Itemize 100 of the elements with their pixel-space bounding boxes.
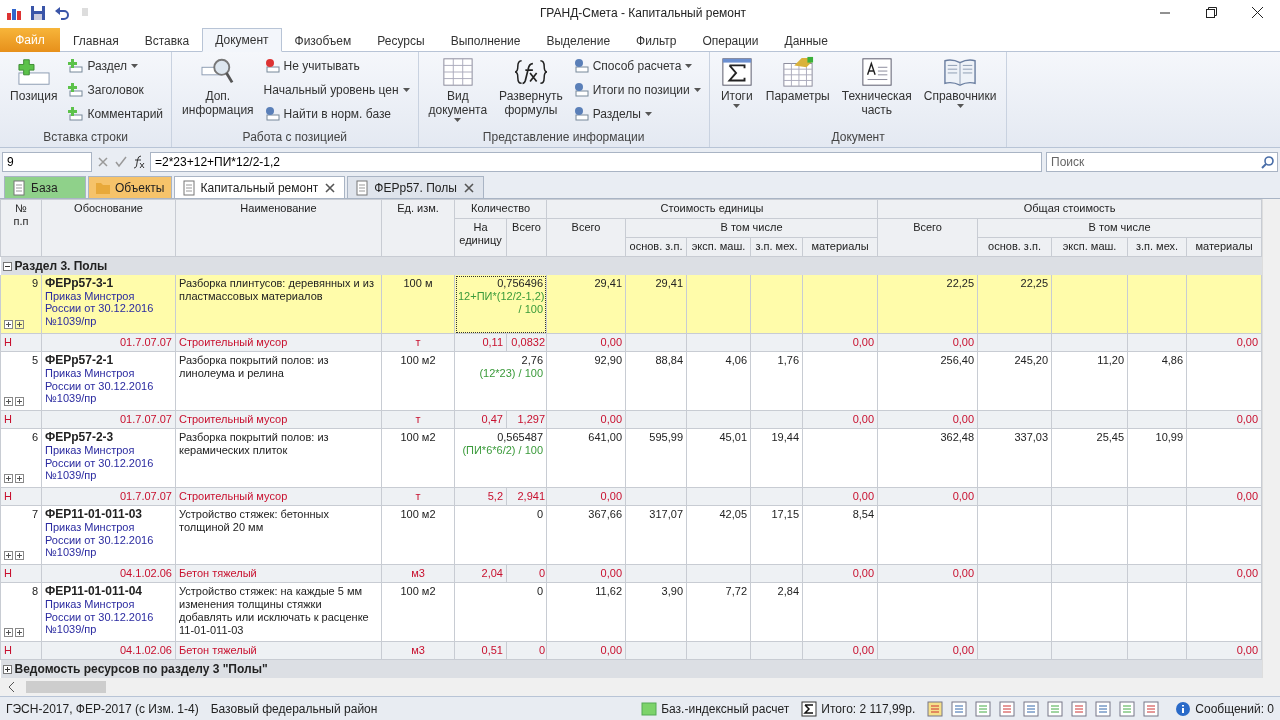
justification-link[interactable]: Приказ Минстроя России от 30.12.2016 №1039/пр [45,444,172,482]
ribbon-tab[interactable]: Данные [771,28,841,52]
justification-link[interactable]: Приказ Минстроя России от 30.12.2016 №1039/пр [45,367,172,405]
document-tab[interactable]: ФЕРр57. Полы [347,176,484,198]
norm-base: ГЭСН-2017, ФЕР-2017 (с Изм. 1-4) [6,701,199,716]
calc-mode[interactable]: Баз.-индексный расчет [661,701,790,716]
cost-value: 0,00 [952,413,975,425]
ribbon-button[interactable]: Вид документа [424,55,492,130]
work-name: Устройство стяжек: бетонных толщиной 20 мм [179,508,329,534]
cost-value: 2,84 [777,585,799,598]
column-header: Обоснование [41,199,176,257]
ribbon-button[interactable]: Разделы [570,103,703,125]
cost-value: 317,07 [649,508,683,521]
cost-value: 8,54 [852,508,875,521]
messages-count[interactable]: Сообщений: 0 [1195,701,1274,716]
ribbon-button[interactable]: Найти в норм. базе [261,103,412,125]
cell-name-field[interactable]: 9 [2,151,92,172]
ribbon-button[interactable]: Итоги [715,55,758,130]
work-name: Разборка покрытий полов: из линолеума и релина [179,354,329,380]
cost-value: 0,00 [852,567,875,579]
row-number: 9 [30,276,38,290]
rate-code: ФЕРр57-2-3 [45,431,115,445]
cost-value: 0,00 [852,644,875,656]
ribbon-tab[interactable]: Документ [202,28,282,52]
rate-code: ФЕРр57-2-1 [45,354,115,368]
ribbon-button[interactable]: Комментарий [65,103,166,125]
panel-button[interactable]: База [4,176,86,198]
collapse-icon[interactable] [2,261,12,271]
ribbon-tab[interactable]: Выполнение [437,28,534,52]
ribbon-button[interactable]: Параметры [761,55,834,130]
panel-button[interactable]: Объекты [88,176,172,198]
position-row[interactable]: 9 ФЕРр57-3-1 Приказ Минстроя России от 30.12.2016 №1039/пр Разборка плинтусов: деревянных и из пластмассовых материалов 100 м 0,756496 12+ПИ*(12/2-1,2) / 100 29,41 29,41 22,25 22,25 [0,274,1262,334]
quantity-value: 0,11 [482,336,503,348]
expand-icon[interactable] [4,551,24,561]
justification-link[interactable]: Приказ Минстроя России от 30.12.2016 №1039/пр [45,521,172,559]
ribbon-button[interactable]: Итоги по позиции [570,79,703,101]
region: Базовый федеральный район [210,701,378,716]
ribbon-tab[interactable]: Ресурсы [364,28,438,52]
expand-icon[interactable] [4,474,24,484]
search-icon[interactable] [1261,154,1275,169]
quantity-formula: 12+ПИ*(12/2-1,2) / 100 [458,289,543,316]
document-tab[interactable]: Капитальный ремонт [173,176,346,198]
expand-icon[interactable] [4,319,24,329]
undo-icon[interactable] [54,5,70,21]
ribbon-tab[interactable]: Вставка [131,28,203,52]
sigma-table-icon [719,56,754,88]
search-field[interactable]: Поиск [1046,151,1278,172]
ribbon-button[interactable]: Развернуть формулы [495,55,567,130]
tab-label: Объекты [115,180,165,195]
ribbon-button[interactable]: Способ расчета [570,55,703,77]
cost-value: 1,76 [777,354,799,367]
caret-icon [693,88,701,92]
ribbon-button[interactable]: Доп. информация [178,55,258,130]
expand-icon[interactable] [2,665,12,675]
ribbon-tab[interactable]: Фильтр [623,28,690,52]
function-icon[interactable] [132,154,146,169]
column-header: Общая стоимость [877,199,1262,219]
ribbon-tab[interactable]: Операции [689,28,772,52]
section-title[interactable]: Раздел 3. Полы [14,258,108,273]
ribbon-button[interactable]: Справочники [919,55,1001,130]
justification-link[interactable]: Приказ Минстроя России от 30.12.2016 №1039/пр [45,289,172,328]
save-icon[interactable] [30,5,46,21]
work-name: Разборка плинтусов: деревянных и из пластмассовых материалов [179,276,374,302]
caret-icon [685,64,693,68]
section-title[interactable]: Ведомость ресурсов по разделу 3 "Полы" [14,662,268,677]
resource-type: Н [4,413,12,425]
quantity-value: 2,04 [481,567,503,579]
position-row[interactable]: 7 ФЕР11-01-011-03 Приказ Минстроя России от 30.12.2016 №1039/пр Устройство стяжек: бетонных толщиной 20 мм 100 м2 0 367,66 317,07 42,05 17,15 8,54 [0,505,1262,565]
rate-code: ФЕРр57-3-1 [45,276,115,290]
document-icon [859,56,894,88]
position-row[interactable]: 6 ФЕРр57-2-3 Приказ Минстроя России от 30.12.2016 №1039/пр Разборка покрытий полов: из керамических плиток 100 м2 0,565487 (ПИ*6*6/2) / 100 641,00 595,99 45,01 19,44 362,48 337,03 25,45 10,99 [0,428,1262,488]
cost-value: 0,00 [952,490,975,502]
resource-code: 01.7.07.07 [120,490,172,502]
ribbon-tab[interactable]: Выделение [533,28,624,52]
ribbon-button[interactable]: Раздел [65,55,166,77]
ribbon-button[interactable]: Техническая часть [837,55,916,130]
justification-link[interactable]: Приказ Минстроя России от 30.12.2016 №1039/пр [45,598,172,636]
expand-icon[interactable] [4,397,24,407]
scroll-thumb[interactable] [26,681,106,693]
ribbon-button[interactable]: Не учитывать [261,55,412,77]
cost-value: 3,90 [661,585,683,598]
quantity-value: 0 [538,644,545,656]
check-icon[interactable] [114,154,128,169]
expand-icon[interactable] [4,628,24,638]
add-comment-icon [67,106,84,122]
vertical-scrollbar[interactable] [1262,199,1280,678]
cost-value: 0,00 [952,567,975,579]
formula-field[interactable]: =2*23+12+ПИ*12/2-1,2 [150,151,1042,172]
unit: 100 м2 [400,585,436,598]
ribbon-tab[interactable]: Физобъем [281,28,365,52]
position-row[interactable]: 5 ФЕРр57-2-1 Приказ Минстроя России от 30.12.2016 №1039/пр Разборка покрытий полов: из линолеума и релина 100 м2 2,76 (12*23) / 100 92,90 88,84 4,06 1,76 256,40 245,20 11,20 4,86 [0,351,1262,411]
position-row[interactable]: 8 ФЕР11-01-011-04 Приказ Минстроя России от 30.12.2016 №1039/пр Устройство стяжек: на каждые 5 мм изменения толщины стяжки добавлять или исключать к расценке 11-01-011-03 100 м2 0 11,62 3,90 7,72 2,84 [0,582,1262,642]
ribbon-tab[interactable]: Главная [60,28,132,52]
ribbon-button[interactable]: Заголовок [65,79,166,101]
ribbon-button[interactable]: Начальный уровень цен [261,79,412,101]
tab-label: Капитальный ремонт [200,180,319,195]
ribbon-button[interactable]: Позиция [6,55,62,130]
row-number: 5 [30,354,38,368]
insert-row-icon [16,56,51,88]
horizontal-scrollbar[interactable] [0,678,1280,696]
